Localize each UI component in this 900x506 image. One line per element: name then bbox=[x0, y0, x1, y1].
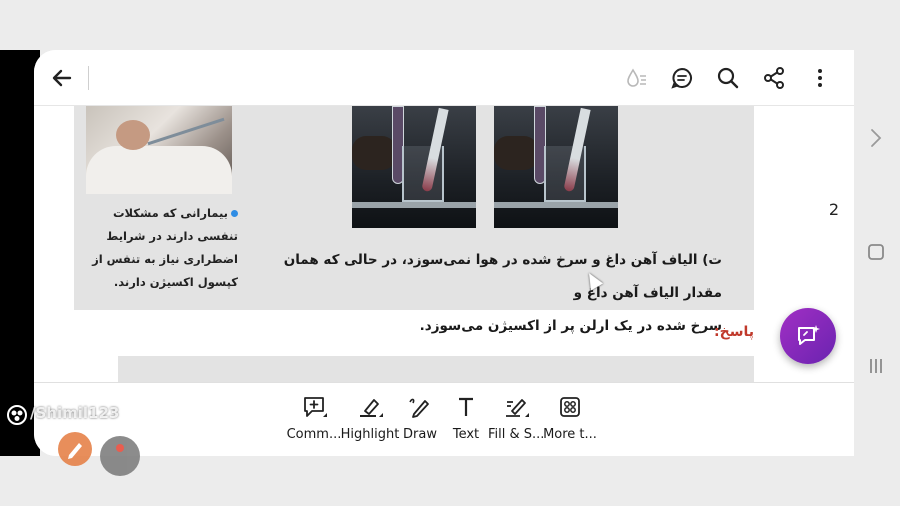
caption-text: بیمارانی که مشکلات تنفسی دارند در شرایط … bbox=[92, 206, 238, 289]
pdf-viewer-window: بیمارانی که مشکلات تنفسی دارند در شرایط … bbox=[34, 50, 854, 456]
bullet-dot bbox=[231, 210, 238, 217]
text-reflow-icon[interactable] bbox=[622, 64, 650, 92]
back-arrow-icon[interactable] bbox=[48, 64, 76, 92]
recent-apps-icon[interactable] bbox=[862, 352, 890, 380]
fill-sign-icon bbox=[506, 399, 529, 417]
paragraph-line-1: ت) الیاف آهن داغ و سرخ شده در هوا نمی‌سو… bbox=[283, 252, 722, 301]
answer-box[interactable] bbox=[118, 356, 754, 382]
tool-more[interactable]: More t... bbox=[542, 393, 598, 451]
status-strip-top bbox=[0, 0, 900, 50]
more-vertical-icon[interactable] bbox=[806, 64, 834, 92]
draw-icon bbox=[409, 398, 429, 418]
home-square-icon[interactable] bbox=[862, 238, 890, 266]
tool-fill-sign[interactable]: Fill & S... bbox=[488, 393, 544, 451]
watermark-text: /Shimil123 bbox=[30, 404, 120, 422]
tool-comment[interactable]: Comm... bbox=[286, 393, 342, 451]
appbar-divider bbox=[88, 66, 89, 90]
recorder-pen-button[interactable] bbox=[58, 432, 92, 466]
tool-fill-sign-label: Fill & S... bbox=[488, 427, 545, 442]
ai-assistant-button[interactable] bbox=[780, 308, 836, 364]
tool-highlight[interactable]: Highlight bbox=[340, 393, 400, 451]
tool-text[interactable]: Text bbox=[448, 393, 484, 451]
page-number-badge: 2 bbox=[816, 196, 852, 224]
photo-bed bbox=[86, 146, 232, 194]
ai-chat-sparkle-icon bbox=[798, 325, 820, 345]
highlight-icon bbox=[360, 399, 383, 417]
photo-stand bbox=[352, 202, 476, 208]
tool-comment-label: Comm... bbox=[286, 427, 342, 442]
recorder-record-button[interactable] bbox=[100, 436, 140, 476]
tool-highlight-label: Highlight bbox=[340, 427, 400, 442]
more-tools-icon bbox=[560, 397, 580, 417]
share-icon[interactable] bbox=[760, 64, 788, 92]
search-icon[interactable] bbox=[714, 64, 742, 92]
tool-draw[interactable]: Draw bbox=[400, 393, 440, 451]
photo-hand bbox=[494, 136, 538, 170]
add-comment-icon bbox=[304, 397, 327, 417]
experiment-photo-left bbox=[352, 106, 476, 228]
answer-label: پاسخ: bbox=[714, 324, 754, 340]
record-dot-icon bbox=[116, 444, 124, 452]
question-paragraph: ت) الیاف آهن داغ و سرخ شده در هوا نمی‌سو… bbox=[244, 244, 722, 343]
experiment-photo-right bbox=[494, 106, 618, 228]
tool-text-label: Text bbox=[452, 427, 480, 442]
recorder-logo-icon bbox=[7, 405, 27, 425]
photo-oxygen-tube bbox=[147, 117, 225, 146]
paragraph-line-2: سرخ شده در یک ارلن پر از اکسیژن می‌سوزد. bbox=[419, 318, 722, 334]
chevron-right-icon[interactable] bbox=[862, 124, 890, 152]
tool-draw-label: Draw bbox=[403, 427, 437, 442]
patient-oxygen-photo bbox=[86, 106, 232, 194]
document-page[interactable]: بیمارانی که مشکلات تنفسی دارند در شرایط … bbox=[34, 106, 854, 382]
photo-caption: بیمارانی که مشکلات تنفسی دارند در شرایط … bbox=[78, 202, 238, 294]
photo-patient-head bbox=[116, 120, 150, 150]
comments-icon[interactable] bbox=[668, 64, 696, 92]
app-bar bbox=[34, 50, 854, 106]
tool-more-label: More t... bbox=[543, 427, 597, 442]
photo-hand bbox=[352, 136, 396, 170]
photo-stand bbox=[494, 202, 618, 208]
text-icon bbox=[459, 397, 473, 416]
pen-icon bbox=[68, 443, 82, 459]
